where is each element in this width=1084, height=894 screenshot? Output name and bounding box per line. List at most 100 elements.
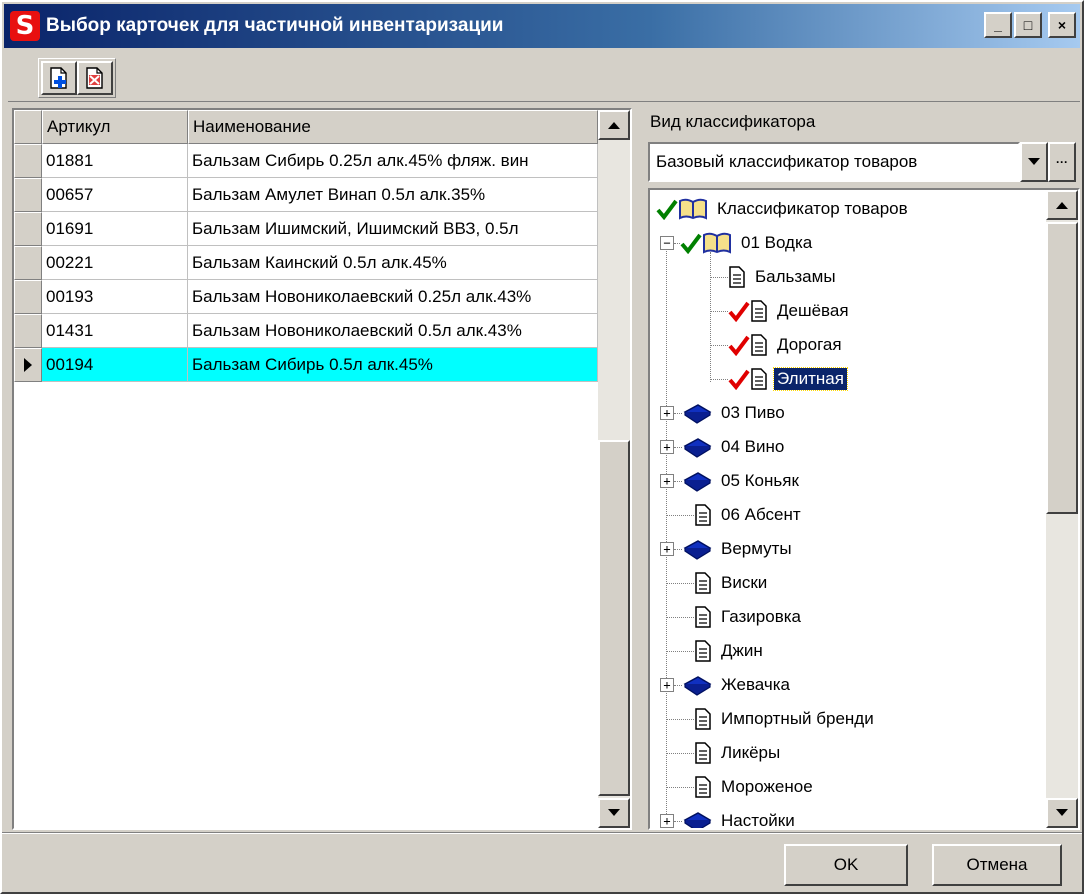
expand-icon[interactable]: + — [660, 542, 674, 556]
cancel-button[interactable]: Отмена — [932, 844, 1062, 886]
tree-node-cognac[interactable]: + 05 Коньяк — [660, 466, 802, 496]
tree-node-liqueurs[interactable]: Ликёры — [666, 738, 783, 768]
tree-node-balsams[interactable]: Бальзамы — [710, 262, 839, 292]
table-row[interactable]: 01431 Бальзам Новониколаевский 0.5л алк.… — [14, 314, 598, 348]
tree-node-vodka[interactable]: − 01 Водка — [660, 228, 815, 258]
tree-node-label[interactable]: Классификатор товаров — [714, 198, 911, 220]
cell-name[interactable]: Бальзам Каинский 0.5л алк.45% — [188, 246, 598, 280]
tree-node-beer[interactable]: + 03 Пиво — [660, 398, 788, 428]
tree-node-gin[interactable]: Джин — [666, 636, 766, 666]
row-indicator[interactable] — [14, 212, 42, 246]
remove-card-button[interactable] — [77, 61, 113, 95]
tree-node-label[interactable]: Джин — [718, 640, 766, 662]
document-icon — [751, 300, 767, 322]
column-header-article[interactable]: Артикул — [42, 110, 188, 144]
table-row[interactable]: 01881 Бальзам Сибирь 0.25л алк.45% фляж.… — [14, 144, 598, 178]
grid-scroll-down-button[interactable] — [598, 798, 630, 828]
tree-node-whisky[interactable]: Виски — [666, 568, 770, 598]
expand-icon[interactable]: + — [660, 814, 674, 828]
cell-name[interactable]: Бальзам Сибирь 0.5л алк.45% — [188, 348, 598, 382]
cell-article[interactable]: 01431 — [42, 314, 188, 348]
tree-node-wine[interactable]: + 04 Вино — [660, 432, 787, 462]
grid-vertical-scrollbar[interactable] — [598, 110, 630, 828]
tree-node-absinthe[interactable]: 06 Абсент — [666, 500, 804, 530]
maximize-icon: □ — [1023, 17, 1033, 33]
classifier-combobox[interactable]: Базовый классификатор товаров ··· — [648, 142, 1080, 182]
tree-node-label[interactable]: 03 Пиво — [718, 402, 788, 424]
cell-article[interactable]: 00193 — [42, 280, 188, 314]
table-row-selected[interactable]: 00194 Бальзам Сибирь 0.5л алк.45% — [14, 348, 598, 382]
tree-node-root[interactable]: Классификатор товаров — [656, 194, 911, 224]
row-indicator-current[interactable] — [14, 348, 42, 382]
classifier-dropdown-button[interactable] — [1020, 142, 1048, 182]
tree-node-label[interactable]: 04 Вино — [718, 436, 787, 458]
tree-vertical-scrollbar[interactable] — [1046, 190, 1078, 828]
tree-scroll-thumb[interactable] — [1046, 222, 1078, 514]
tree-node-vermouth[interactable]: + Вермуты — [660, 534, 795, 564]
tree-node-label[interactable]: Газировка — [718, 606, 804, 628]
tree-node-label[interactable]: Мороженое — [718, 776, 816, 798]
cell-article[interactable]: 00221 — [42, 246, 188, 280]
tree-node-cheap[interactable]: Дешёвая — [710, 296, 852, 326]
tree-node-tinctures[interactable]: + Настойки — [660, 806, 798, 828]
minimize-button[interactable]: _ — [984, 12, 1012, 38]
tree-node-ice-cream[interactable]: Мороженое — [666, 772, 816, 802]
tree-node-imported-brandy[interactable]: Импортный бренди — [666, 704, 877, 734]
tree-node-label[interactable]: Настойки — [718, 810, 798, 828]
tree-node-label[interactable]: Вермуты — [718, 538, 795, 560]
cell-article[interactable]: 00194 — [42, 348, 188, 382]
table-row[interactable]: 00193 Бальзам Новониколаевский 0.25л алк… — [14, 280, 598, 314]
cell-article[interactable]: 00657 — [42, 178, 188, 212]
ok-button[interactable]: OK — [784, 844, 908, 886]
cell-name[interactable]: Бальзам Сибирь 0.25л алк.45% фляж. вин — [188, 144, 598, 178]
tree-node-label[interactable]: 01 Водка — [738, 232, 815, 254]
row-indicator[interactable] — [14, 144, 42, 178]
tree-scroll-down-button[interactable] — [1046, 798, 1078, 828]
tree-node-elite[interactable]: Элитная — [710, 364, 848, 394]
book-closed-icon — [683, 472, 712, 492]
cards-grid[interactable]: Артикул Наименование 01881 Бальзам Сибир… — [12, 108, 632, 830]
cell-name[interactable]: Бальзам Ишимский, Ишимский ВВЗ, 0.5л — [188, 212, 598, 246]
tree-node-label[interactable]: 06 Абсент — [718, 504, 804, 526]
close-button[interactable]: × — [1048, 12, 1076, 38]
expand-icon[interactable]: + — [660, 678, 674, 692]
expand-icon[interactable]: + — [660, 440, 674, 454]
row-indicator[interactable] — [14, 314, 42, 348]
row-indicator[interactable] — [14, 246, 42, 280]
column-header-name[interactable]: Наименование — [188, 110, 598, 144]
cell-name[interactable]: Бальзам Амулет Винап 0.5л алк.35% — [188, 178, 598, 212]
classifier-browse-button[interactable]: ··· — [1048, 142, 1076, 182]
grid-scroll-up-button[interactable] — [598, 110, 630, 140]
tree-scroll-up-button[interactable] — [1046, 190, 1078, 220]
tree-node-label[interactable]: Бальзамы — [752, 266, 839, 288]
title-bar[interactable]: S Выбор карточек для частичной инвентари… — [4, 4, 1080, 48]
expand-icon[interactable]: + — [660, 406, 674, 420]
tree-node-label[interactable]: Дешёвая — [774, 300, 852, 322]
tree-node-label-selected[interactable]: Элитная — [773, 367, 848, 391]
tree-node-soda[interactable]: Газировка — [666, 602, 804, 632]
tree-node-label[interactable]: Ликёры — [718, 742, 783, 764]
classifier-select[interactable]: Базовый классификатор товаров — [648, 142, 1020, 182]
table-row[interactable]: 01691 Бальзам Ишимский, Ишимский ВВЗ, 0.… — [14, 212, 598, 246]
add-card-button[interactable] — [41, 61, 77, 95]
tree-node-label[interactable]: Виски — [718, 572, 770, 594]
cell-article[interactable]: 01691 — [42, 212, 188, 246]
table-row[interactable]: 00221 Бальзам Каинский 0.5л алк.45% — [14, 246, 598, 280]
tree-node-label[interactable]: Импортный бренди — [718, 708, 877, 730]
cell-article[interactable]: 01881 — [42, 144, 188, 178]
cell-name[interactable]: Бальзам Новониколаевский 0.25л алк.43% — [188, 280, 598, 314]
tree-node-label[interactable]: Дорогая — [774, 334, 845, 356]
row-indicator[interactable] — [14, 178, 42, 212]
cell-name[interactable]: Бальзам Новониколаевский 0.5л алк.43% — [188, 314, 598, 348]
row-indicator[interactable] — [14, 280, 42, 314]
tree-node-gum[interactable]: + Жевачка — [660, 670, 793, 700]
collapse-icon[interactable]: − — [660, 236, 674, 250]
classifier-tree[interactable]: Классификатор товаров − 01 Водка Бальзам… — [648, 188, 1080, 830]
expand-icon[interactable]: + — [660, 474, 674, 488]
tree-node-label[interactable]: Жевачка — [718, 674, 793, 696]
maximize-button[interactable]: □ — [1014, 12, 1042, 38]
grid-scroll-thumb[interactable] — [598, 440, 630, 796]
table-row[interactable]: 00657 Бальзам Амулет Винап 0.5л алк.35% — [14, 178, 598, 212]
tree-node-label[interactable]: 05 Коньяк — [718, 470, 802, 492]
tree-node-expensive[interactable]: Дорогая — [710, 330, 845, 360]
